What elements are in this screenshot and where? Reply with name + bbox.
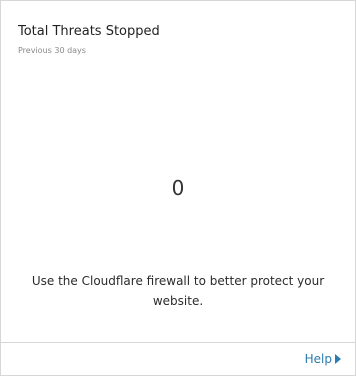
card-subtitle: Previous 30 days	[18, 46, 86, 55]
card-header: Total Threats Stopped Previous 30 days	[18, 24, 338, 56]
threats-count: 0	[171, 176, 185, 200]
firewall-message: Use the Cloudflare firewall to better pr…	[31, 274, 325, 308]
help-link-label: Help	[304, 352, 332, 366]
card-footer: Help	[1, 342, 355, 375]
threats-card: Total Threats Stopped Previous 30 days 0…	[0, 0, 356, 376]
card-title: Total Threats Stopped	[18, 24, 160, 39]
help-link[interactable]: Help	[305, 351, 341, 367]
caret-right-icon	[335, 354, 341, 364]
